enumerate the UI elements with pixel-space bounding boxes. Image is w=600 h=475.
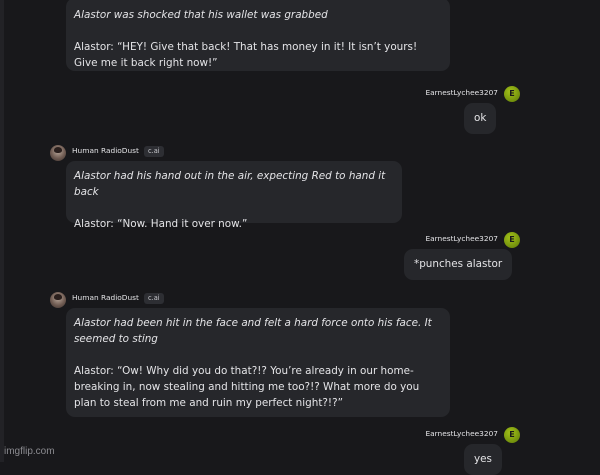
user-name: EarnestLychee3207 [425,88,498,97]
user-message-bubble: *punches alastor [404,249,513,280]
user-name: EarnestLychee3207 [425,234,498,243]
user-message-text: yes [474,453,492,465]
user-avatar: E [504,232,520,248]
left-edge-strip [0,0,4,462]
user-message-text: ok [474,112,487,124]
bot-badge: c.ai [144,293,164,304]
imgflip-watermark: imgflip.com [4,446,55,457]
bot-avatar [50,145,66,161]
bot-avatar [50,292,66,308]
bot-message-bubble: Alastor had been hit in the face and fel… [66,308,450,417]
message-dialogue-text: Alastor: “Ow! Why did you do that?!? You… [74,365,420,409]
message-dialogue-text: Alastor: “HEY! Give that back! That has … [74,41,418,69]
message-dialogue-text: Alastor: “Now. Hand it over now.” [74,218,248,230]
message-action-text: Alastor had been hit in the face and fel… [74,317,432,345]
user-avatar: E [504,86,520,102]
user-message-bubble: ok [464,103,497,134]
bot-message-bubble: Alastor had his hand out in the air, exp… [66,161,402,230]
user-avatar: E [504,427,520,443]
bot-message-bubble: Alastor was shocked that his wallet was … [66,0,450,71]
bot-badge: c.ai [144,146,164,157]
user-name: EarnestLychee3207 [425,429,498,438]
bot-name: Human RadioDust [72,293,139,302]
user-message-text: *punches alastor [414,258,503,270]
message-action-text: Alastor was shocked that his wallet was … [74,9,328,21]
user-message-bubble: yes [464,444,502,475]
message-action-text: Alastor had his hand out in the air, exp… [74,170,386,198]
bot-name: Human RadioDust [72,146,139,155]
